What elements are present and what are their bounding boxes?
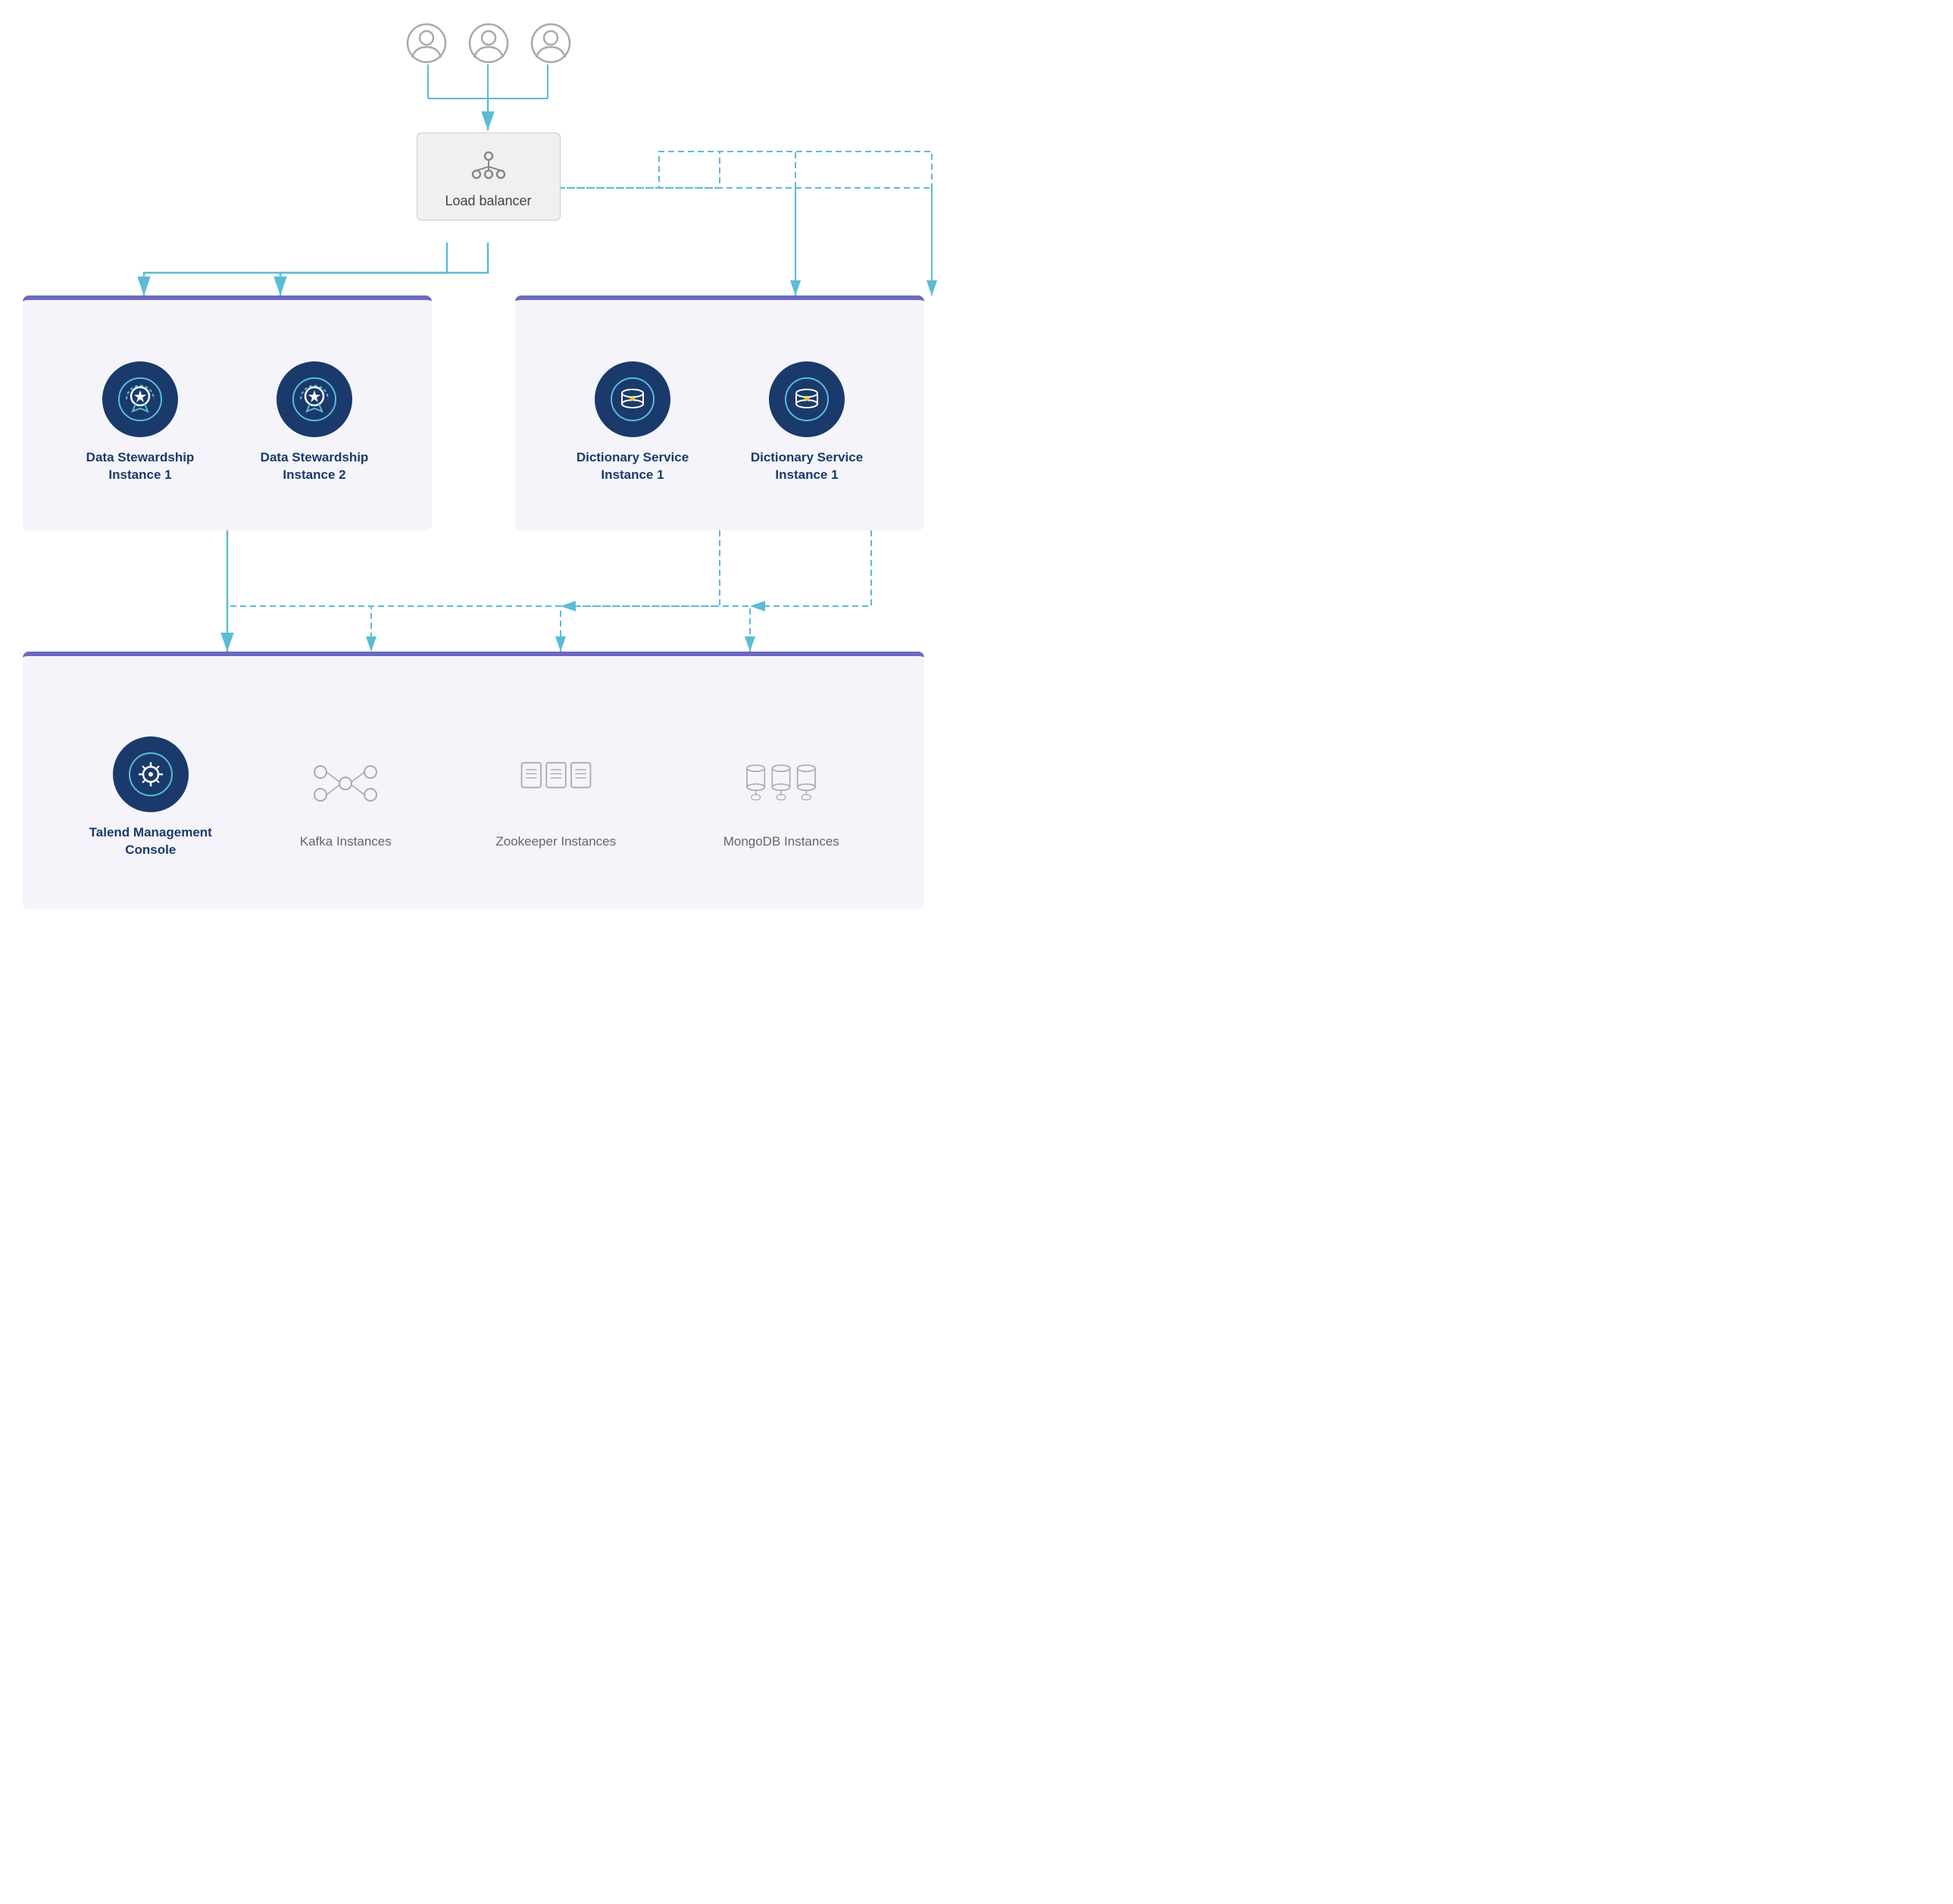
ds-instance-2-icon	[277, 361, 352, 437]
diagram: Load balancer Data StewardshipIn	[0, 0, 976, 952]
zookeeper-instance: Zookeeper Instances	[465, 746, 647, 851]
data-stewardship-box: Data StewardshipInstance 1 Data Stewards…	[23, 295, 432, 530]
kafka-icon	[308, 746, 383, 821]
dictionary-service-box: Dictionary ServiceInstance 1 Dictionary …	[515, 295, 924, 530]
zookeeper-label: Zookeeper Instances	[495, 833, 616, 851]
kafka-label: Kafka Instances	[300, 833, 392, 851]
user-icon-1	[406, 23, 447, 64]
dict-instance-1-label: Dictionary ServiceInstance 1	[577, 449, 689, 484]
dict-instance-2-label: Dictionary ServiceInstance 1	[751, 449, 863, 484]
tmc-icon	[113, 736, 189, 812]
mongodb-icon	[743, 746, 819, 821]
zookeeper-icon	[518, 746, 594, 821]
bottom-service-box: Talend ManagementConsole	[23, 652, 924, 909]
load-balancer-icon	[470, 147, 507, 183]
data-stewardship-instances: Data StewardshipInstance 1 Data Stewards…	[23, 300, 432, 530]
mongodb-instance: MongoDB Instances	[690, 746, 872, 851]
load-balancer-box: Load balancer	[417, 133, 561, 220]
dictionary-instances: Dictionary ServiceInstance 1 Dictionary …	[515, 300, 924, 530]
ds-instance-2-label: Data StewardshipInstance 2	[261, 449, 369, 484]
user-icon-3	[530, 23, 571, 64]
load-balancer-label: Load balancer	[433, 193, 545, 209]
dict-instance-2: Dictionary ServiceInstance 1	[731, 361, 883, 484]
mongodb-label: MongoDB Instances	[723, 833, 839, 851]
tmc-label: Talend ManagementConsole	[89, 824, 212, 859]
ds-instance-1: Data StewardshipInstance 1	[64, 361, 216, 484]
dict-instance-1-icon	[595, 361, 670, 437]
ds-instance-1-label: Data StewardshipInstance 1	[86, 449, 195, 484]
ds-instance-2: Data StewardshipInstance 2	[239, 361, 390, 484]
dict-instance-1: Dictionary ServiceInstance 1	[557, 361, 708, 484]
bottom-instances: Talend ManagementConsole	[23, 656, 924, 909]
users-row	[406, 23, 571, 64]
user-icon-2	[468, 23, 509, 64]
kafka-instance: Kafka Instances	[270, 746, 421, 851]
dict-instance-2-icon	[769, 361, 845, 437]
ds-instance-1-icon	[102, 361, 178, 437]
tmc-instance: Talend ManagementConsole	[75, 736, 227, 859]
